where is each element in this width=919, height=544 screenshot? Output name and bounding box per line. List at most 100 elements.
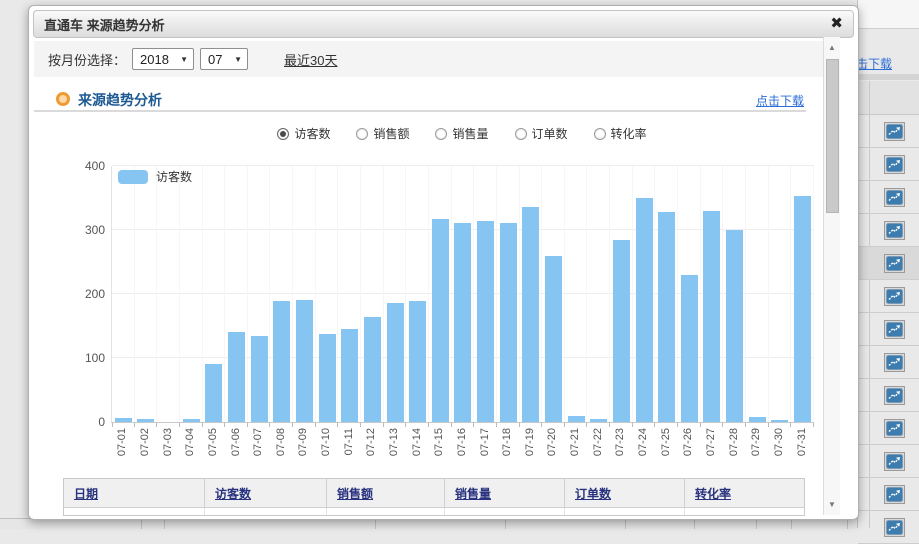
x-tick-label: 07-03 [162, 428, 174, 456]
dialog-scrollbar[interactable]: ▲ ▼ [823, 37, 840, 515]
bar-slot: 07-02 [135, 166, 158, 422]
column-sort-link[interactable]: 日期 [74, 485, 98, 502]
trend-chart-icon[interactable] [884, 452, 905, 471]
bar-07-02[interactable] [137, 419, 154, 422]
table-row [858, 478, 919, 511]
column-sort-link[interactable]: 转化率 [695, 485, 731, 502]
bar-07-28[interactable] [726, 230, 743, 422]
bar-07-08[interactable] [273, 301, 290, 422]
bar-07-21[interactable] [568, 416, 585, 422]
close-icon[interactable]: ✖ [830, 14, 843, 32]
bar-slot: 07-11 [338, 166, 361, 422]
bar-07-31[interactable] [794, 196, 811, 422]
x-tick-label: 07-06 [230, 428, 242, 456]
bar-slot: 07-10 [316, 166, 339, 422]
bar-07-29[interactable] [749, 417, 766, 422]
bar-07-13[interactable] [387, 303, 404, 422]
background-divider [858, 74, 919, 80]
legend-swatch [118, 170, 148, 184]
scrollbar-thumb[interactable] [826, 59, 839, 213]
bar-slot: 07-05 [203, 166, 226, 422]
bar-07-14[interactable] [409, 301, 426, 422]
trend-chart-icon[interactable] [884, 353, 905, 372]
scroll-up-icon[interactable]: ▲ [824, 43, 840, 52]
table-row [858, 214, 919, 247]
bar-07-16[interactable] [454, 223, 471, 422]
trend-chart-icon[interactable] [884, 155, 905, 174]
bar-07-09[interactable] [296, 300, 313, 422]
trend-chart-icon[interactable] [884, 386, 905, 405]
filter-bar: 按月份选择： 2018 ▼ 07 ▼ 最近30天 [34, 41, 823, 77]
trend-chart-icon[interactable] [884, 320, 905, 339]
bar-07-06[interactable] [228, 332, 245, 422]
trend-chart-icon[interactable] [884, 518, 905, 537]
bar-07-18[interactable] [500, 223, 517, 422]
download-link[interactable]: 点击下载 [756, 92, 804, 109]
trend-chart-icon[interactable] [884, 485, 905, 504]
bar-07-15[interactable] [432, 219, 449, 422]
metric-radio-visitors[interactable]: 访客数 [277, 125, 330, 142]
y-tick-label: 100 [85, 351, 105, 365]
bar-07-27[interactable] [703, 211, 720, 422]
column-sort-link[interactable]: 销售额 [337, 485, 373, 502]
background-top-cell [858, 0, 919, 29]
metric-radio-orders[interactable]: 订单数 [515, 125, 568, 142]
radio-icon[interactable] [435, 128, 447, 140]
bar-07-26[interactable] [681, 275, 698, 422]
recent-30-days-link[interactable]: 最近30天 [284, 50, 337, 69]
bar-07-10[interactable] [319, 334, 336, 422]
table-row [64, 508, 804, 515]
x-tick-label: 07-07 [252, 428, 264, 456]
y-axis-labels: 0100200300400 [63, 166, 111, 422]
metric-radio-sales-amount[interactable]: 销售额 [356, 125, 409, 142]
scroll-down-icon[interactable]: ▼ [824, 500, 840, 509]
bullet-icon [56, 92, 70, 106]
dialog-titlebar[interactable]: 直通车 来源趋势分析 ✖ [33, 10, 854, 38]
trend-chart-icon[interactable] [884, 221, 905, 240]
bar-07-07[interactable] [251, 336, 268, 422]
bar-07-05[interactable] [205, 364, 222, 422]
trend-chart-icon[interactable] [884, 419, 905, 438]
radio-icon[interactable] [594, 128, 606, 140]
bar-07-11[interactable] [341, 329, 358, 422]
metric-radio-conversion-rate[interactable]: 转化率 [594, 125, 647, 142]
bar-07-30[interactable] [771, 420, 788, 422]
bar-07-04[interactable] [183, 419, 200, 422]
bar-07-19[interactable] [522, 207, 539, 422]
bar-07-23[interactable] [613, 240, 630, 422]
table-row [858, 247, 919, 280]
trend-bar-chart: 访客数 07-0107-0207-0307-0407-0507-0607-070… [111, 166, 814, 423]
table-cell [445, 508, 565, 515]
year-select[interactable]: 2018 ▼ [132, 48, 194, 70]
radio-icon[interactable] [515, 128, 527, 140]
x-tick-label: 07-10 [320, 428, 332, 456]
x-tick-label: 07-16 [456, 428, 468, 456]
table-row [858, 181, 919, 214]
radio-icon[interactable] [277, 128, 289, 140]
bar-07-24[interactable] [636, 198, 653, 422]
trend-chart-icon[interactable] [884, 122, 905, 141]
column-sort-link[interactable]: 订单数 [575, 485, 611, 502]
column-sort-link[interactable]: 销售量 [455, 485, 491, 502]
metric-radio-sales-volume[interactable]: 销售量 [435, 125, 488, 142]
table-row [858, 412, 919, 445]
table-header-row: 日期 访客数 销售额 销售量 订单数 转化率 [64, 479, 804, 508]
bar-07-17[interactable] [477, 221, 494, 422]
x-tick-label: 07-01 [116, 428, 128, 456]
trend-chart-icon[interactable] [884, 188, 905, 207]
radio-icon[interactable] [356, 128, 368, 140]
bar-07-25[interactable] [658, 212, 675, 422]
bar-07-20[interactable] [545, 256, 562, 422]
bar-07-01[interactable] [115, 418, 132, 422]
bar-07-22[interactable] [590, 419, 607, 422]
x-tick-label: 07-18 [501, 428, 513, 456]
column-sort-link[interactable]: 访客数 [215, 485, 251, 502]
trend-chart-icon[interactable] [884, 254, 905, 273]
table-row [858, 313, 919, 346]
bar-slot: 07-26 [678, 166, 701, 422]
month-select[interactable]: 07 ▼ [200, 48, 248, 70]
bar-slot: 07-12 [361, 166, 384, 422]
bar-slot: 07-17 [474, 166, 497, 422]
bar-07-12[interactable] [364, 317, 381, 422]
trend-chart-icon[interactable] [884, 287, 905, 306]
